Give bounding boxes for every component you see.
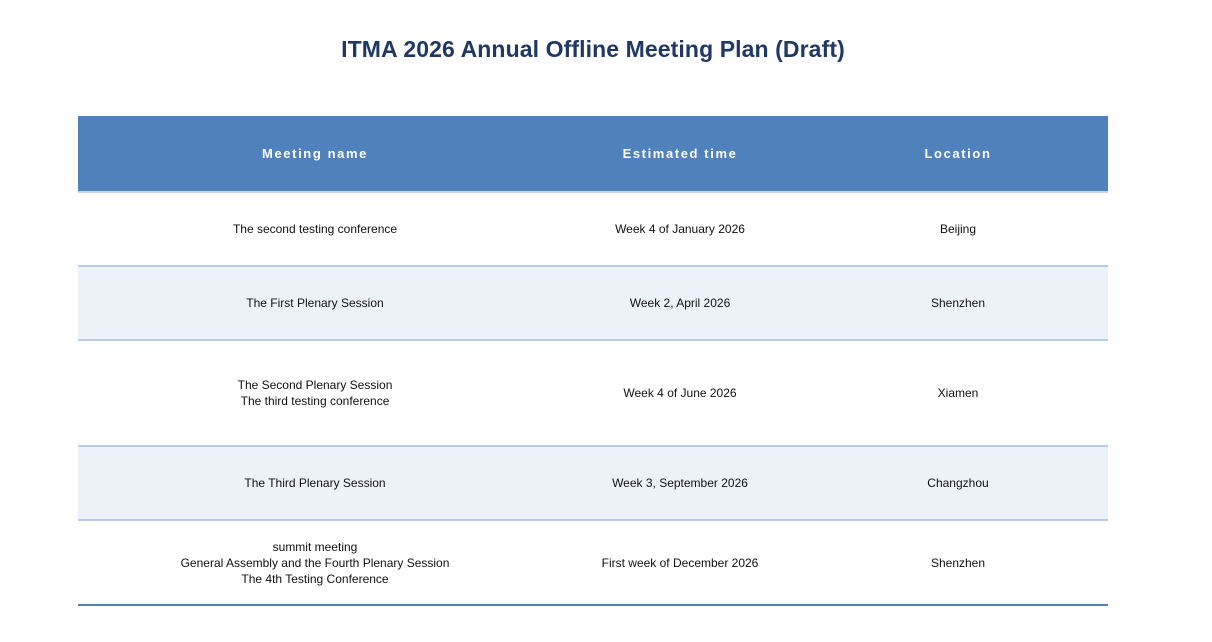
- column-header-meeting-name: Meeting name: [262, 146, 368, 161]
- meeting-name-cell: The Second Plenary Session The third tes…: [78, 341, 552, 445]
- estimated-time-cell: First week of December 2026: [601, 555, 759, 570]
- meeting-name-cell: summit meeting General Assembly and the …: [78, 521, 552, 604]
- table-row: The second testing conference Week 4 of …: [78, 193, 1108, 267]
- meeting-name-line: General Assembly and the Fourth Plenary …: [180, 555, 450, 570]
- location-cell: Xiamen: [937, 386, 979, 400]
- column-header-estimated-time: Estimated time: [622, 146, 738, 161]
- estimated-time-cell: Week 3, September 2026: [612, 476, 748, 490]
- meeting-name-cell: The second testing conference: [78, 193, 552, 265]
- meeting-name-line: The Second Plenary Session: [237, 378, 393, 392]
- table-row: The Third Plenary Session Week 3, Septem…: [78, 447, 1108, 521]
- table-header-row: Meeting name Estimated time Location: [78, 116, 1108, 193]
- meeting-name-cell: The Third Plenary Session: [78, 447, 552, 519]
- location-cell: Changzhou: [927, 476, 989, 490]
- meeting-name-line: The First Plenary Session: [246, 296, 384, 310]
- estimated-time-cell: Week 2, April 2026: [629, 296, 731, 310]
- table-row: summit meeting General Assembly and the …: [78, 521, 1108, 606]
- meeting-name-line: The second testing conference: [232, 222, 398, 236]
- location-cell: Shenzhen: [930, 555, 986, 570]
- meeting-name-cell: The First Plenary Session: [78, 267, 552, 339]
- meeting-name-line: The third testing conference: [240, 394, 390, 408]
- estimated-time-cell: Week 4 of June 2026: [623, 386, 737, 400]
- meeting-name-line: The Third Plenary Session: [244, 476, 386, 490]
- location-cell: Beijing: [939, 222, 977, 236]
- meeting-name-line: The 4th Testing Conference: [241, 571, 389, 586]
- meeting-name-line: summit meeting: [272, 539, 358, 554]
- estimated-time-cell: Week 4 of January 2026: [615, 222, 745, 236]
- table-row: The Second Plenary Session The third tes…: [78, 341, 1108, 447]
- table-row: The First Plenary Session Week 2, April …: [78, 267, 1108, 341]
- location-cell: Shenzhen: [930, 296, 986, 310]
- column-header-location: Location: [924, 146, 992, 161]
- meeting-plan-table: Meeting name Estimated time Location The…: [78, 116, 1108, 606]
- page-title: ITMA 2026 Annual Offline Meeting Plan (D…: [341, 36, 845, 62]
